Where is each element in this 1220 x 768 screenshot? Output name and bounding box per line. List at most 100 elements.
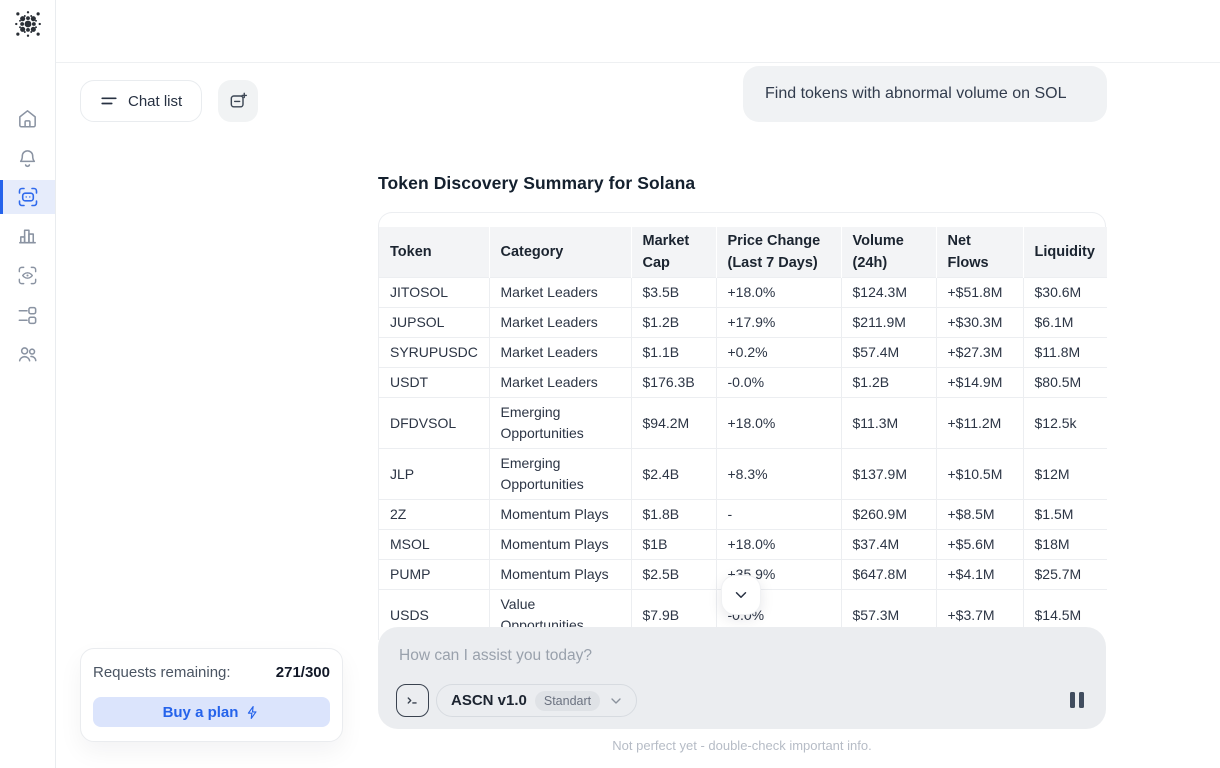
liquidity-cell: $1.5M <box>1023 500 1107 530</box>
volume-cell: $211.9M <box>841 308 936 338</box>
net-flows-cell: +$5.6M <box>936 530 1023 560</box>
buy-a-plan-label: Buy a plan <box>163 704 239 721</box>
price-change-cell: -0.0% <box>716 368 841 398</box>
header-token: Token <box>379 227 489 278</box>
sidebar-item-ai-chat[interactable] <box>0 180 55 214</box>
token-cell: JUPSOL <box>379 308 489 338</box>
volume-cell: $11.3M <box>841 398 936 449</box>
net-flows-cell: +$30.3M <box>936 308 1023 338</box>
table-row: USDT Market Leaders $176.3B -0.0% $1.2B … <box>379 368 1107 398</box>
bar-chart-icon <box>16 224 39 247</box>
market-cap-cell: $1.8B <box>631 500 716 530</box>
requests-remaining-value: 271/300 <box>276 664 330 681</box>
lightning-icon <box>245 705 260 720</box>
user-message-bubble: Find tokens with abnormal volume on SOL <box>743 66 1107 122</box>
sidebar-item-home[interactable] <box>0 101 55 135</box>
table-row: 2Z Momentum Plays $1.8B - $260.9M +$8.5M… <box>379 500 1107 530</box>
price-change-cell: +18.0% <box>716 530 841 560</box>
volume-cell: $124.3M <box>841 278 936 308</box>
header-market-cap: Market Cap <box>631 227 716 278</box>
net-flows-cell: +$11.2M <box>936 398 1023 449</box>
category-cell: Emerging Opportunities <box>489 449 631 500</box>
sidebar-item-analytics[interactable] <box>0 218 55 252</box>
home-icon <box>16 107 39 130</box>
requests-remaining-label: Requests remaining: <box>93 664 231 681</box>
category-cell: Momentum Plays <box>489 530 631 560</box>
category-cell: Market Leaders <box>489 368 631 398</box>
volume-cell: $647.8M <box>841 560 936 590</box>
scroll-to-bottom-button[interactable] <box>721 575 761 615</box>
token-cell: JLP <box>379 449 489 500</box>
volume-cell: $37.4M <box>841 530 936 560</box>
table-row: JUPSOL Market Leaders $1.2B +17.9% $211.… <box>379 308 1107 338</box>
volume-cell: $1.2B <box>841 368 936 398</box>
new-chat-button[interactable] <box>218 80 258 122</box>
bell-icon <box>16 147 39 170</box>
volume-cell: $260.9M <box>841 500 936 530</box>
terminal-icon <box>404 692 421 709</box>
chat-list-button[interactable]: Chat list <box>80 80 202 122</box>
compose-new-chat-icon <box>228 91 248 111</box>
category-cell: Market Leaders <box>489 308 631 338</box>
token-cell: 2Z <box>379 500 489 530</box>
category-cell: Momentum Plays <box>489 500 631 530</box>
pause-generation-button[interactable] <box>1064 687 1090 713</box>
header-volume: Volume (24h) <box>841 227 936 278</box>
liquidity-cell: $30.6M <box>1023 278 1107 308</box>
users-icon <box>16 342 39 365</box>
sidebar-item-community[interactable] <box>0 336 55 370</box>
liquidity-cell: $11.8M <box>1023 338 1107 368</box>
liquidity-cell: $12M <box>1023 449 1107 500</box>
pause-icon <box>1070 692 1075 708</box>
sidebar-item-reports[interactable] <box>0 298 55 332</box>
sidebar-item-watchlist[interactable] <box>0 258 55 292</box>
liquidity-cell: $12.5k <box>1023 398 1107 449</box>
eye-scan-icon <box>16 264 39 287</box>
volume-cell: $137.9M <box>841 449 936 500</box>
buy-a-plan-button[interactable]: Buy a plan <box>93 697 330 727</box>
price-change-cell: +0.2% <box>716 338 841 368</box>
market-cap-cell: $1.1B <box>631 338 716 368</box>
price-change-cell: +18.0% <box>716 278 841 308</box>
model-selector[interactable]: ASCN v1.0 Standart <box>436 684 637 717</box>
liquidity-cell: $6.1M <box>1023 308 1107 338</box>
header-net-flows: Net Flows <box>936 227 1023 278</box>
market-cap-cell: $1B <box>631 530 716 560</box>
net-flows-cell: +$8.5M <box>936 500 1023 530</box>
bot-icon <box>16 185 40 209</box>
token-cell: USDT <box>379 368 489 398</box>
app-logo-icon[interactable] <box>12 8 44 40</box>
model-name: ASCN v1.0 <box>451 692 527 709</box>
sidebar <box>0 0 56 768</box>
table-row: DFDVSOL Emerging Opportunities $94.2M +1… <box>379 398 1107 449</box>
chevron-down-icon <box>608 693 624 709</box>
net-flows-cell: +$4.1M <box>936 560 1023 590</box>
price-change-cell: +17.9% <box>716 308 841 338</box>
chevron-down-icon <box>732 586 750 604</box>
user-message-text: Find tokens with abnormal volume on SOL <box>765 85 1066 103</box>
price-change-cell: - <box>716 500 841 530</box>
net-flows-cell: +$14.9M <box>936 368 1023 398</box>
sidebar-item-notifications[interactable] <box>0 141 55 175</box>
market-cap-cell: $2.5B <box>631 560 716 590</box>
chat-list-label: Chat list <box>128 93 182 110</box>
table-header: Token Category Market Cap Price Change (… <box>379 227 1107 278</box>
top-bar <box>56 0 1220 63</box>
token-cell: MSOL <box>379 530 489 560</box>
net-flows-cell: +$10.5M <box>936 449 1023 500</box>
table-row: JLP Emerging Opportunities $2.4B +8.3% $… <box>379 449 1107 500</box>
market-cap-cell: $176.3B <box>631 368 716 398</box>
market-cap-cell: $2.4B <box>631 449 716 500</box>
category-cell: Emerging Opportunities <box>489 398 631 449</box>
volume-cell: $57.4M <box>841 338 936 368</box>
category-cell: Market Leaders <box>489 278 631 308</box>
table-row: JITOSOL Market Leaders $3.5B +18.0% $124… <box>379 278 1107 308</box>
model-tier-badge: Standart <box>535 691 600 711</box>
terminal-mode-button[interactable] <box>396 684 429 717</box>
message-composer: ASCN v1.0 Standart <box>378 627 1106 729</box>
table-row: SYRUPUSDC Market Leaders $1.1B +0.2% $57… <box>379 338 1107 368</box>
message-input[interactable] <box>399 641 1079 671</box>
liquidity-cell: $25.7M <box>1023 560 1107 590</box>
net-flows-cell: +$51.8M <box>936 278 1023 308</box>
header-liquidity: Liquidity <box>1023 227 1107 278</box>
